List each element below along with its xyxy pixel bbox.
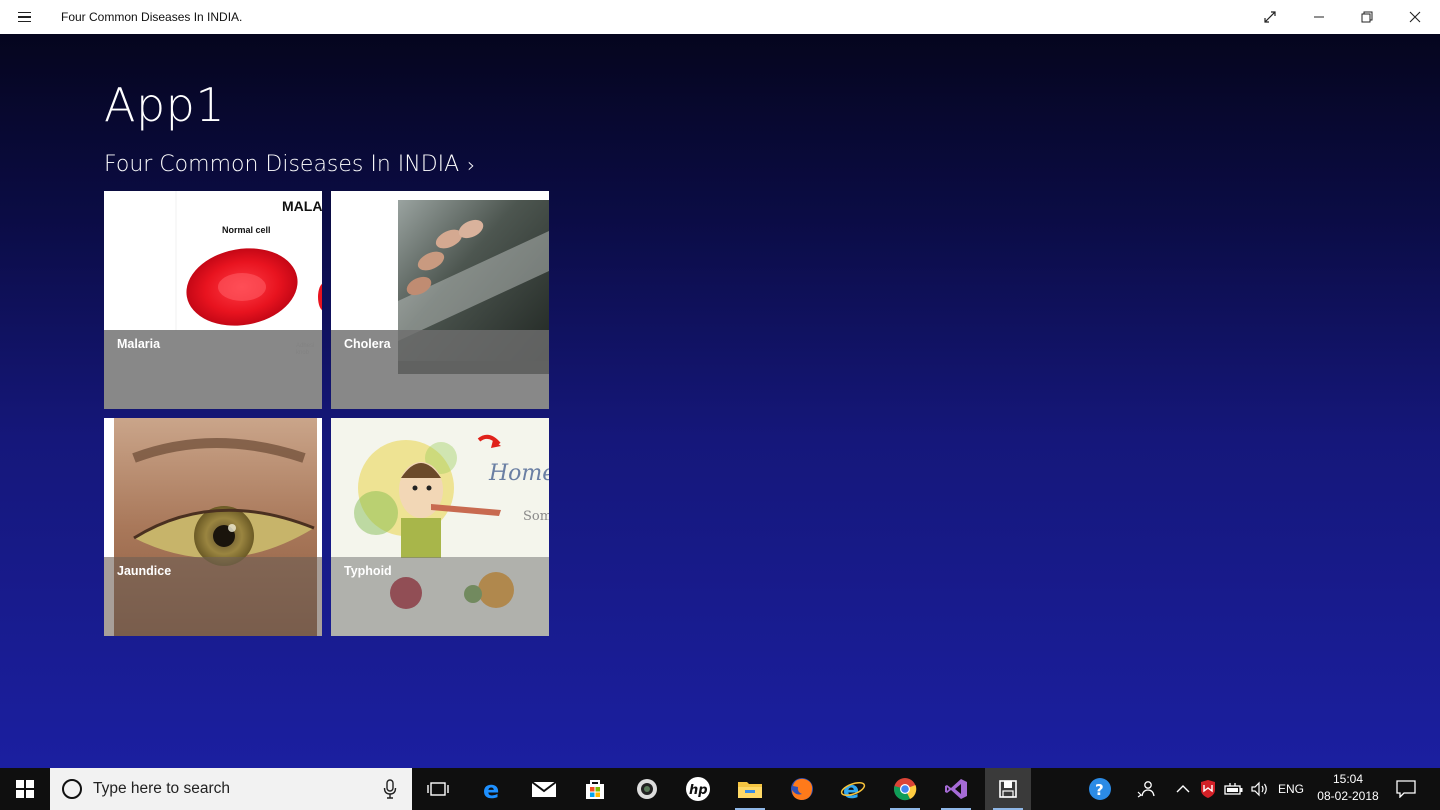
mail-icon[interactable] [521,768,567,810]
typhoid-image-subtext: Som [523,509,549,524]
clock-time: 15:04 [1332,772,1364,786]
restore-icon[interactable] [1344,0,1390,34]
taskbar: Type here to search e hp e ? ENG 15:04 0… [0,768,1440,810]
tile-jaundice[interactable]: Jaundice [104,418,322,636]
svg-text:e: e [483,777,499,801]
typhoid-image-text: Home [488,461,549,486]
cortana-icon[interactable] [62,779,82,799]
chrome-icon[interactable] [882,768,928,810]
volume-icon[interactable] [1248,768,1272,810]
taskbar-search-box[interactable]: Type here to search [50,768,412,810]
clock-date: 08-02-2018 [1317,789,1379,803]
section-header-link[interactable]: Four Common Diseases In INDIA › [104,152,475,177]
malaria-image-heading: MALA [282,198,322,214]
malaria-image-caption: Normal cell [222,225,271,235]
app-title: App1 [104,78,226,132]
svg-text:e: e [843,776,859,802]
task-view-icon[interactable] [415,768,461,810]
window-title: Four Common Diseases In INDIA. [61,10,243,24]
store-icon[interactable] [572,768,618,810]
svg-text:hp: hp [689,783,708,798]
tile-malaria[interactable]: MALA Normal cell Adhesi knob Malaria [104,191,322,409]
show-hidden-icons-icon[interactable] [1173,768,1193,810]
visual-studio-icon[interactable] [933,768,979,810]
hamburger-menu-icon[interactable] [10,5,38,29]
camera-app-icon[interactable] [624,768,670,810]
tile-label: Jaundice [117,564,172,578]
people-icon[interactable] [1132,768,1160,810]
tile-label: Malaria [117,337,161,351]
app1-icon[interactable] [985,768,1031,810]
start-icon[interactable] [0,768,50,810]
fullscreen-icon[interactable] [1247,0,1293,34]
battery-icon[interactable] [1222,768,1246,810]
minimize-icon[interactable] [1296,0,1342,34]
tile-typhoid[interactable]: Home Som Typhoid [331,418,549,636]
tile-label: Typhoid [344,564,392,578]
close-icon[interactable] [1392,0,1438,34]
microphone-icon[interactable] [383,779,397,804]
taskbar-clock[interactable]: 15:04 08-02-2018 [1310,771,1386,805]
mcafee-icon[interactable] [1198,768,1218,810]
language-indicator[interactable]: ENG [1276,768,1306,810]
firefox-icon[interactable] [779,768,825,810]
edge-icon[interactable]: e [470,768,516,810]
file-explorer-icon[interactable] [727,768,773,810]
app-content: App1 Four Common Diseases In INDIA › MAL… [0,34,1440,768]
internet-explorer-icon[interactable]: e [830,768,876,810]
search-placeholder: Type here to search [93,780,230,797]
help-icon[interactable]: ? [1084,768,1116,810]
notifications-icon[interactable] [1392,768,1420,810]
title-bar: Four Common Diseases In INDIA. [0,0,1440,34]
section-header-label: Four Common Diseases In INDIA [104,152,460,177]
tile-label: Cholera [344,337,391,351]
tile-cholera[interactable]: Cholera [331,191,549,409]
svg-text:?: ? [1095,781,1104,799]
chevron-right-icon: › [467,152,476,177]
hp-icon[interactable]: hp [675,768,721,810]
